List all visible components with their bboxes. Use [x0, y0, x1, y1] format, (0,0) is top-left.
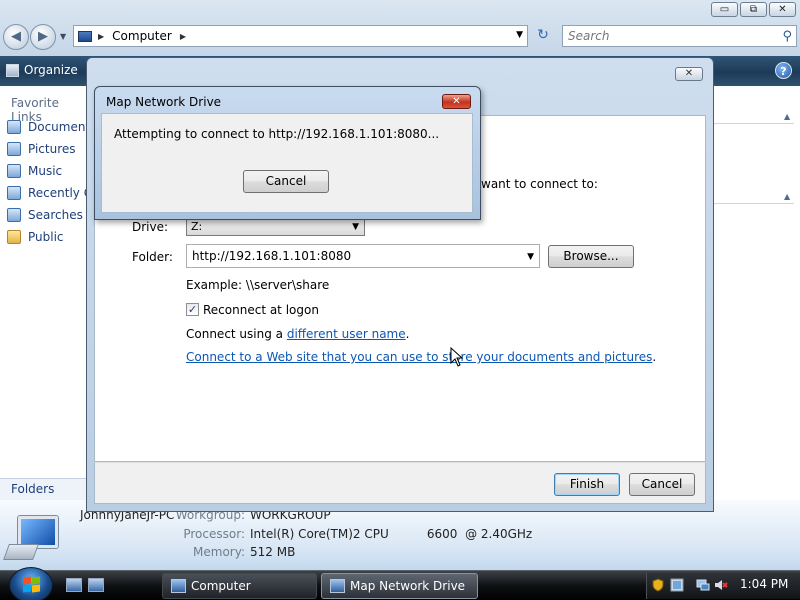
- dialog-cancel-button[interactable]: Cancel: [243, 170, 329, 193]
- favorite-recently-changed[interactable]: Recently Changed: [7, 186, 87, 200]
- search-icon[interactable]: ⚲: [782, 27, 792, 47]
- reconnect-checkbox[interactable]: ✓: [186, 303, 199, 316]
- show-desktop-icon[interactable]: [66, 578, 82, 592]
- memory-label: Memory:: [193, 545, 245, 559]
- network-connection-icon[interactable]: [696, 578, 710, 592]
- switch-windows-icon[interactable]: [88, 578, 104, 592]
- file-list-pane: [714, 86, 800, 500]
- folder-example-text: Example: \\server\share: [186, 278, 330, 292]
- group-divider: [714, 123, 794, 124]
- minimize-button[interactable]: ▭: [711, 2, 738, 17]
- explorer-caption-buttons: ▭ ⧉ ✕: [711, 2, 796, 17]
- processor-label: Processor:: [183, 527, 245, 541]
- searches-icon: [7, 208, 21, 222]
- breadcrumb-computer[interactable]: Computer: [112, 29, 172, 43]
- refresh-button[interactable]: ↻: [531, 25, 555, 47]
- dialog-title: Map Network Drive: [106, 95, 222, 109]
- close-button[interactable]: ✕: [769, 2, 796, 17]
- network-status-icon[interactable]: [670, 578, 684, 592]
- memory-value: 512 MB: [250, 545, 296, 559]
- drive-select-value: Z:: [191, 220, 203, 233]
- help-icon[interactable]: ?: [775, 62, 792, 79]
- address-bar[interactable]: ▶ Computer ▶ ▼: [73, 25, 528, 47]
- taskbar-item-map-network-drive[interactable]: Map Network Drive: [321, 573, 478, 599]
- breadcrumb-separator[interactable]: ▶: [180, 32, 186, 41]
- group-divider: [714, 203, 794, 204]
- security-shield-icon[interactable]: [651, 578, 665, 592]
- computer-icon: [78, 30, 92, 42]
- favorite-documents[interactable]: Documents: [7, 120, 87, 134]
- organize-icon: [6, 63, 19, 77]
- search-input[interactable]: Search ⚲: [562, 25, 797, 47]
- wizard-cancel-button[interactable]: Cancel: [629, 473, 695, 496]
- clock[interactable]: 1:04 PM: [740, 577, 788, 591]
- connect-using-text: Connect using a different user name.: [186, 327, 410, 341]
- organize-label: Organize: [24, 63, 78, 77]
- folders-bar[interactable]: Folders: [0, 478, 87, 500]
- wizard-close-button[interactable]: ✕: [675, 67, 703, 81]
- wizard-instruction-text: want to connect to:: [481, 177, 598, 191]
- favorite-pictures[interactable]: Pictures: [7, 142, 87, 156]
- collapse-group-icon[interactable]: ▲: [784, 192, 790, 201]
- mouse-cursor-icon: [450, 347, 464, 367]
- processor-value: Intel(R) Core(TM)2 CPU 6600 @ 2.40GHz: [250, 527, 533, 541]
- chevron-down-icon[interactable]: ▼: [527, 246, 534, 268]
- folder-input[interactable]: http://192.168.1.101:8080 ▼: [186, 244, 540, 268]
- drive-select[interactable]: Z: ▼: [186, 218, 365, 236]
- recent-pages-dropdown[interactable]: ▼: [60, 32, 66, 41]
- collapse-group-icon[interactable]: ▲: [784, 112, 790, 121]
- favorite-public[interactable]: Public: [7, 230, 87, 244]
- connect-web-site-link[interactable]: Connect to a Web site that you can use t…: [186, 350, 652, 364]
- connecting-message: Attempting to connect to http://192.168.…: [114, 127, 440, 141]
- different-user-name-link[interactable]: different user name: [287, 327, 406, 341]
- computer-large-icon: [3, 514, 62, 560]
- browse-button[interactable]: Browse...: [548, 245, 634, 268]
- maximize-button[interactable]: ⧉: [740, 2, 767, 17]
- dialog-close-button[interactable]: ✕: [442, 94, 471, 109]
- forward-button[interactable]: ▶: [30, 24, 56, 50]
- pictures-icon: [7, 142, 21, 156]
- network-drive-icon: [330, 579, 345, 593]
- start-button[interactable]: [9, 567, 53, 600]
- documents-icon: [7, 120, 21, 134]
- taskbar-item-computer[interactable]: Computer: [162, 573, 317, 599]
- reconnect-label[interactable]: Reconnect at logon: [203, 303, 319, 317]
- address-dropdown[interactable]: ▼: [516, 30, 523, 40]
- search-placeholder: Search: [568, 29, 610, 43]
- drive-label: Drive:: [132, 220, 169, 234]
- finish-button[interactable]: Finish: [554, 473, 620, 496]
- favorite-searches[interactable]: Searches: [7, 208, 87, 222]
- windows-logo-icon: [23, 576, 41, 593]
- web-site-link-row: Connect to a Web site that you can use t…: [186, 350, 657, 364]
- music-icon: [7, 164, 21, 178]
- folder-label: Folder:: [132, 250, 173, 264]
- recently-changed-icon: [7, 186, 21, 200]
- favorite-music[interactable]: Music: [7, 164, 87, 178]
- public-folder-icon: [7, 230, 21, 244]
- chevron-down-icon: ▼: [352, 222, 359, 232]
- back-button[interactable]: ◀: [3, 24, 29, 50]
- volume-muted-icon[interactable]: [714, 578, 728, 592]
- folder-input-value: http://192.168.1.101:8080: [192, 249, 352, 263]
- organize-button[interactable]: Organize: [6, 63, 78, 77]
- computer-icon: [171, 579, 186, 593]
- folders-label: Folders: [11, 482, 55, 496]
- breadcrumb-separator[interactable]: ▶: [98, 32, 104, 41]
